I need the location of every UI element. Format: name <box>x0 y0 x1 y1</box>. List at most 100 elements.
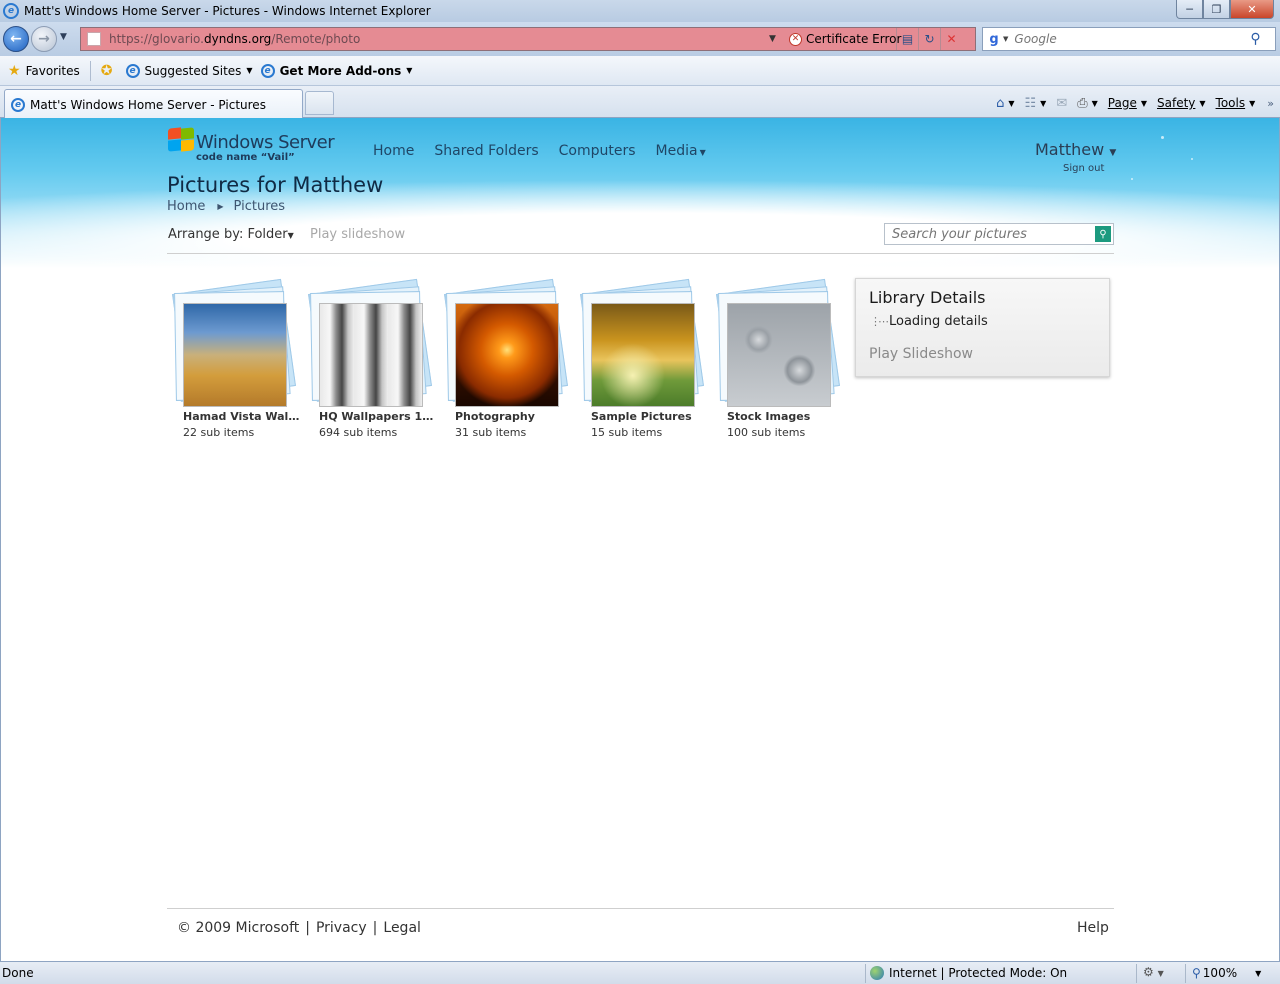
tab-pictures[interactable]: e Matt's Windows Home Server - Pictures <box>4 89 303 119</box>
folder-name[interactable]: HQ Wallpapers 1600... <box>319 410 437 423</box>
folder-thumbnail[interactable] <box>183 303 287 407</box>
search-icon[interactable]: ⚲ <box>1095 226 1111 242</box>
folder-thumbnail[interactable] <box>455 303 559 407</box>
picture-search-input[interactable] <box>892 226 1092 242</box>
print-button[interactable]: ⎙ ▼ <box>1077 96 1098 111</box>
stop-icon[interactable]: ✕ <box>940 28 962 50</box>
url-text[interactable]: https://glovario.dyndns.org/Remote/photo <box>109 32 769 46</box>
arrange-by-dropdown[interactable]: Arrange by: Folder▼ <box>168 227 294 242</box>
favorites-star-icon: ★ <box>8 62 21 79</box>
help-link[interactable]: Help <box>1077 920 1109 936</box>
play-slideshow-link[interactable]: Play slideshow <box>310 227 405 242</box>
add-to-favorites-bar-button[interactable]: ✪ <box>97 60 122 82</box>
zoom-control[interactable]: ⚲ 100% ▼ <box>1192 966 1261 980</box>
web-search-input[interactable] <box>1014 32 1245 46</box>
window-title-bar: e Matt's Windows Home Server - Pictures … <box>0 0 1280 22</box>
folder-count: 15 sub items <box>591 426 663 439</box>
minimize-button[interactable]: ─ <box>1176 0 1203 19</box>
close-window-button[interactable]: ✕ <box>1230 0 1274 19</box>
nav-home[interactable]: Home <box>373 143 414 159</box>
folder-name[interactable]: Sample Pictures <box>591 410 709 423</box>
privacy-link[interactable]: Privacy <box>316 920 367 936</box>
breadcrumb-home[interactable]: Home <box>167 199 205 214</box>
nav-shared-folders[interactable]: Shared Folders <box>434 143 538 159</box>
address-bar[interactable]: https://glovario.dyndns.org/Remote/photo… <box>80 27 976 51</box>
safety-menu-label: Safety <box>1157 96 1196 110</box>
nav-media[interactable]: Media ▼ <box>656 143 706 159</box>
refresh-icon[interactable]: ↻ <box>918 28 940 50</box>
folder-count: 31 sub items <box>455 426 527 439</box>
chevron-down-icon: ▼ <box>1157 969 1164 978</box>
loading-details-text: Loading details <box>889 314 988 329</box>
new-tab-button[interactable] <box>305 91 334 115</box>
folder-tile[interactable]: Photography 31 sub items <box>439 278 569 448</box>
chevron-down-icon: ▼ <box>1109 148 1117 158</box>
status-divider <box>1185 964 1186 983</box>
get-addons-button[interactable]: e Get More Add-ons ▼ <box>257 60 417 82</box>
folder-tile[interactable]: Hamad Vista Wallpa... 22 sub items <box>167 278 301 448</box>
certificate-error-icon[interactable]: ✕ <box>789 32 802 46</box>
folder-thumbnail[interactable] <box>727 303 831 407</box>
feeds-button[interactable]: ☷ ▼ <box>1025 96 1047 111</box>
footer-separator: | <box>305 920 310 936</box>
more-commands-icon[interactable]: » <box>1267 97 1274 110</box>
folder-tile[interactable]: Sample Pictures 15 sub items <box>575 278 705 448</box>
tools-menu[interactable]: Tools ▼ <box>1216 96 1256 110</box>
address-dropdown-icon[interactable]: ▼ <box>769 34 783 44</box>
forward-button[interactable]: → <box>31 26 57 52</box>
web-search-box[interactable]: g ▼ ⚲ <box>982 27 1276 51</box>
safety-menu[interactable]: Safety ▼ <box>1157 96 1206 110</box>
chevron-down-icon: ▼ <box>1255 968 1262 978</box>
suggested-sites-button[interactable]: e Suggested Sites ▼ <box>122 60 257 82</box>
arrange-by-label: Arrange by: Folder <box>168 227 288 242</box>
breadcrumb-pictures[interactable]: Pictures <box>234 199 285 214</box>
breadcrumb-arrow-icon: ▶ <box>217 202 224 211</box>
address-row: ← → ▼ https://glovario.dyndns.org/Remote… <box>0 22 1280 56</box>
protected-mode-dropdown[interactable]: ⚙ ▼ <box>1143 965 1164 979</box>
tools-menu-label: Tools <box>1215 96 1246 110</box>
folder-name[interactable]: Hamad Vista Wallpa... <box>183 410 301 423</box>
security-zone[interactable]: Internet | Protected Mode: On <box>870 966 1067 980</box>
google-icon[interactable]: g <box>986 31 1002 47</box>
ie-logo-icon: e <box>3 3 19 19</box>
legal-link[interactable]: Legal <box>383 920 421 936</box>
toolbar-divider <box>167 253 1114 254</box>
folder-name[interactable]: Stock Images <box>727 410 845 423</box>
certificate-error-button[interactable]: Certificate Error <box>806 32 901 46</box>
back-button[interactable]: ← <box>3 26 29 52</box>
folder-name[interactable]: Photography <box>455 410 573 423</box>
folder-count: 22 sub items <box>183 426 255 439</box>
search-provider-dropdown-icon[interactable]: ▼ <box>1003 35 1008 43</box>
get-addons-label: Get More Add-ons <box>279 63 402 78</box>
nav-computers[interactable]: Computers <box>559 143 636 159</box>
zoom-icon: ⚲ <box>1192 966 1201 980</box>
library-play-slideshow-link[interactable]: Play Slideshow <box>869 346 973 362</box>
home-icon: ⌂ <box>996 95 1005 111</box>
favorites-divider <box>89 60 91 81</box>
chevron-down-icon[interactable]: ▼ <box>1040 99 1046 108</box>
maximize-button[interactable]: ❐ <box>1203 0 1230 19</box>
picture-search-box[interactable]: ⚲ <box>884 223 1114 245</box>
search-icon[interactable]: ⚲ <box>1250 31 1260 47</box>
recent-pages-dropdown[interactable]: ▼ <box>60 32 67 42</box>
compatibility-view-icon[interactable]: ▤ <box>896 28 918 50</box>
favorites-label: Favorites <box>25 63 80 78</box>
folder-thumbnail[interactable] <box>591 303 695 407</box>
read-mail-button[interactable]: ✉ <box>1056 96 1067 111</box>
favorites-button[interactable]: ★ Favorites <box>4 60 84 82</box>
addons-page-icon: e <box>260 63 275 78</box>
folder-tile[interactable]: Stock Images 100 sub items <box>711 278 841 448</box>
chevron-down-icon: ▼ <box>246 66 253 75</box>
chevron-down-icon[interactable]: ▼ <box>1092 99 1098 108</box>
folder-tile[interactable]: HQ Wallpapers 1600... 694 sub items <box>303 278 437 448</box>
zoom-level: 100% <box>1202 966 1238 980</box>
chevron-down-icon[interactable]: ▼ <box>1008 99 1014 108</box>
folder-thumbnail[interactable] <box>319 303 423 407</box>
printer-icon: ⎙ <box>1077 95 1088 111</box>
sign-out-link[interactable]: Sign out <box>1063 163 1104 174</box>
page-menu[interactable]: Page ▼ <box>1108 96 1147 110</box>
chevron-down-icon: ▼ <box>406 66 413 75</box>
home-button[interactable]: ⌂ ▼ <box>996 96 1014 111</box>
loading-details: ⋮⋯ Loading details <box>870 314 988 329</box>
user-menu[interactable]: Matthew ▼ <box>1035 140 1116 159</box>
